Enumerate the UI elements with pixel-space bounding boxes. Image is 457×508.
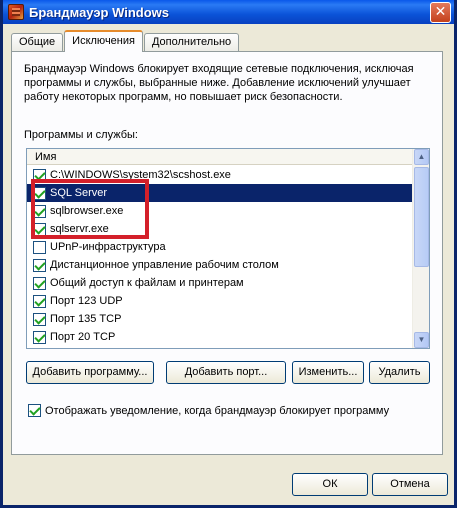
firewall-icon: [8, 4, 24, 20]
highlight-box: [31, 179, 149, 239]
tab-advanced[interactable]: Дополнительно: [143, 33, 240, 52]
scroll-up-icon[interactable]: ▲: [414, 149, 429, 165]
list-scrollbar[interactable]: ▲ ▼: [412, 149, 429, 348]
list-item[interactable]: Порт 21 TCP: [27, 346, 413, 350]
tab-strip: Общие Исключения Дополнительно: [11, 30, 240, 52]
list-item-checkbox[interactable]: [33, 330, 46, 344]
list-item-checkbox[interactable]: [33, 349, 46, 350]
tab-exceptions[interactable]: Исключения: [64, 30, 143, 52]
list-item[interactable]: Дистанционное управление рабочим столом: [27, 256, 413, 274]
delete-button[interactable]: Удалить: [369, 361, 430, 384]
add-port-button[interactable]: Добавить порт...: [166, 361, 286, 384]
add-program-button[interactable]: Добавить программу...: [26, 361, 154, 384]
title-bar[interactable]: Брандмауэр Windows ✕: [3, 0, 454, 24]
list-item[interactable]: Порт 123 UDP: [27, 292, 413, 310]
notify-label: Отображать уведомление, когда брандмауэр…: [45, 404, 390, 417]
notify-option[interactable]: Отображать уведомление, когда брандмауэр…: [28, 404, 389, 417]
list-item-checkbox[interactable]: [33, 312, 46, 326]
list-item[interactable]: Порт 20 TCP: [27, 328, 413, 346]
notify-checkbox[interactable]: [28, 404, 41, 417]
scroll-down-icon[interactable]: ▼: [414, 332, 429, 348]
list-item-label: Дистанционное управление рабочим столом: [50, 259, 279, 271]
window-title: Брандмауэр Windows: [29, 4, 170, 20]
scroll-thumb[interactable]: [414, 167, 429, 267]
list-item-checkbox[interactable]: [33, 258, 46, 272]
list-item-label: UPnP-инфраструктура: [50, 241, 166, 253]
list-item-label: Общий доступ к файлам и принтерам: [50, 277, 244, 289]
ok-button[interactable]: ОК: [292, 473, 368, 496]
programs-list-label: Программы и службы:: [24, 129, 138, 141]
tab-general[interactable]: Общие: [11, 33, 64, 52]
exceptions-panel: Брандмауэр Windows блокирует входящие се…: [11, 51, 443, 455]
list-item-label: Порт 20 TCP: [50, 331, 116, 343]
cancel-button[interactable]: Отмена: [372, 473, 448, 496]
list-item[interactable]: Общий доступ к файлам и принтерам: [27, 274, 413, 292]
list-item-checkbox[interactable]: [33, 294, 46, 308]
list-item-checkbox[interactable]: [33, 240, 46, 254]
firewall-window: Брандмауэр Windows ✕ Общие Исключения До…: [0, 0, 457, 508]
edit-button[interactable]: Изменить...: [292, 361, 364, 384]
list-item-label: Порт 135 TCP: [50, 313, 122, 325]
list-item-checkbox[interactable]: [33, 276, 46, 290]
list-item-label: Порт 123 UDP: [50, 295, 123, 307]
close-icon[interactable]: ✕: [430, 1, 451, 23]
list-item[interactable]: UPnP-инфраструктура: [27, 238, 413, 256]
column-header-name[interactable]: Имя: [27, 149, 413, 165]
description-text: Брандмауэр Windows блокирует входящие се…: [24, 63, 414, 103]
list-item[interactable]: Порт 135 TCP: [27, 310, 413, 328]
